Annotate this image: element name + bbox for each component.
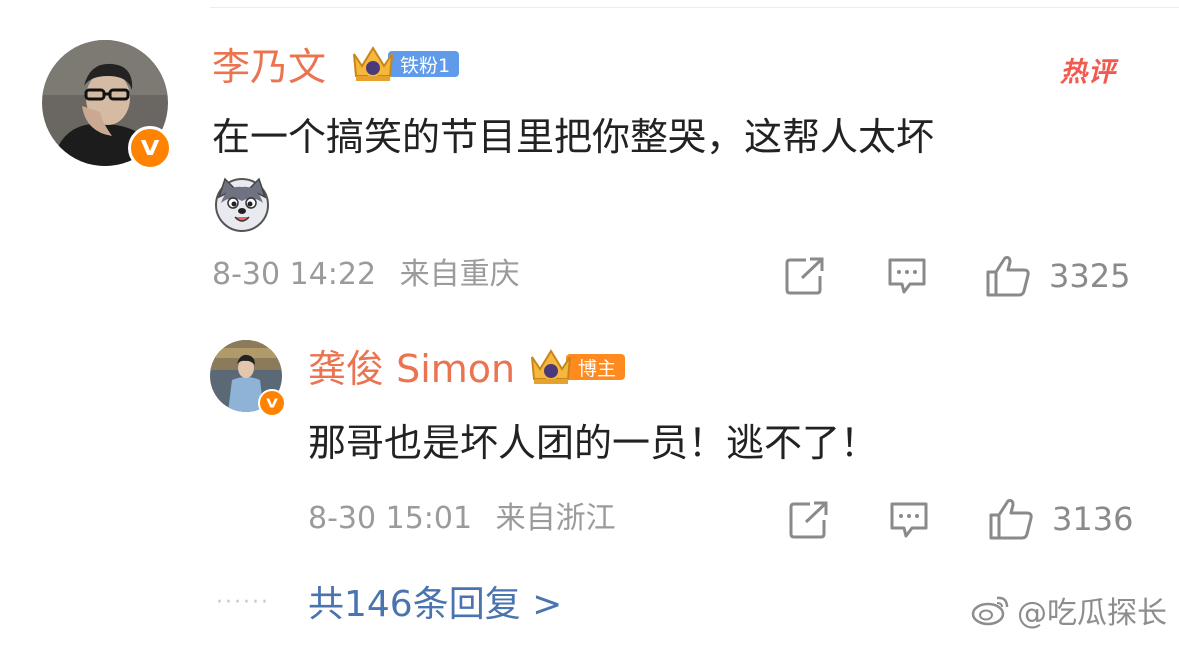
comment-icon	[890, 502, 928, 538]
location: 来自浙江	[495, 501, 616, 536]
husky-dog-emoji	[213, 175, 271, 233]
reply-timestamp: 8-30 15:01 来自浙江	[308, 504, 616, 534]
weibo-logo-icon	[971, 596, 1009, 626]
like-button[interactable]: 3325	[985, 254, 1130, 298]
hot-comment-label: 热评	[1060, 57, 1116, 88]
reply-text: 那哥也是坏人团的一员！逃不了！	[308, 421, 879, 465]
like-count: 3136	[1052, 500, 1134, 538]
author-badge[interactable]: 博主	[528, 349, 626, 384]
top-divider	[210, 7, 1179, 8]
crown-icon	[353, 46, 393, 81]
crown-icon	[531, 349, 571, 384]
comment-icon	[888, 258, 926, 294]
comment-timestamp: 8-30 14:22 来自重庆	[212, 260, 520, 290]
fan-badge[interactable]: 铁粉1	[350, 46, 460, 81]
fan-badge-label: 铁粉1	[388, 51, 460, 77]
verified-badge-icon: V	[128, 126, 172, 170]
reply-share-button[interactable]	[788, 500, 830, 540]
timestamp: 8-30 14:22	[212, 257, 377, 292]
location: 来自重庆	[399, 257, 520, 292]
ellipsis-icon: ······	[216, 590, 270, 615]
watermark: @吃瓜探长	[971, 588, 1167, 632]
author-badge-label: 博主	[566, 354, 626, 380]
reply-like-button[interactable]: 3136	[988, 497, 1133, 541]
thumbs-up-icon	[989, 499, 1033, 540]
more-replies-link[interactable]: 共146条回复 >	[308, 587, 562, 623]
reply-username[interactable]: 龚俊 Simon	[308, 350, 515, 388]
comment-username[interactable]: 李乃文	[212, 48, 326, 86]
timestamp: 8-30 15:01	[308, 501, 473, 536]
thumbs-up-icon	[986, 256, 1030, 297]
like-count: 3325	[1049, 257, 1131, 295]
comment-text: 在一个搞笑的节目里把你整哭，这帮人太坏	[212, 115, 935, 159]
share-button[interactable]	[784, 256, 826, 296]
watermark-text: @吃瓜探长	[1017, 596, 1167, 631]
comment-button[interactable]	[886, 256, 928, 296]
reply-comment-button[interactable]	[888, 500, 930, 540]
reply-verified-badge-icon: V	[258, 389, 286, 417]
share-icon	[789, 501, 828, 539]
share-icon	[785, 257, 824, 295]
